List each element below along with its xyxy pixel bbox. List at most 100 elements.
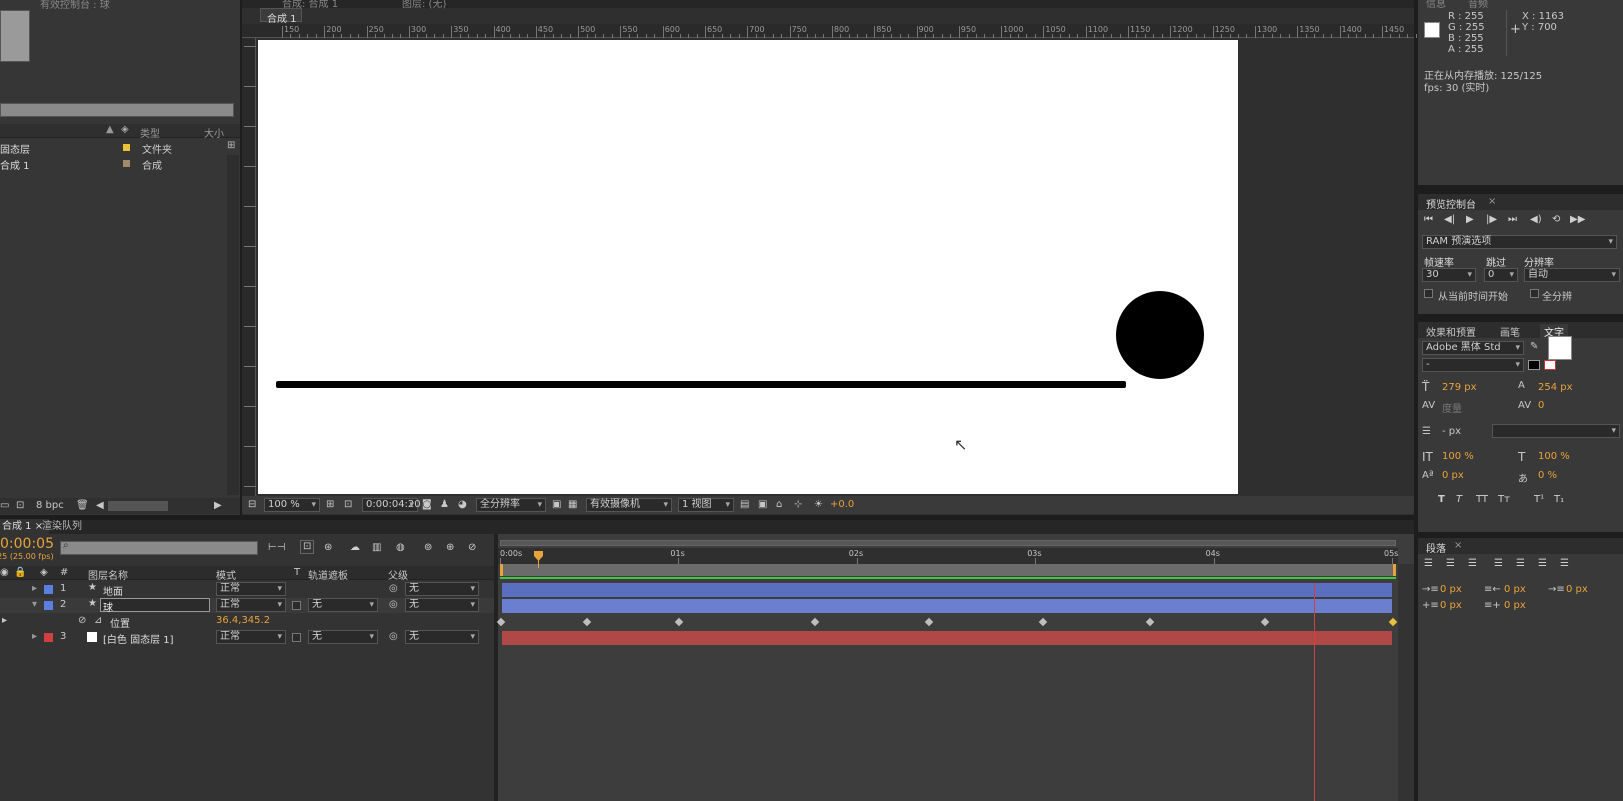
preview-title[interactable]: 预览控制台 <box>1426 196 1476 211</box>
layer-bar-1[interactable] <box>502 583 1392 597</box>
layer-row[interactable]: ▸ 3 [白色 固态层 1] 正常 无 ◎ 无 <box>0 630 494 646</box>
project-hscrollbar[interactable] <box>108 501 168 511</box>
resolution-dropdown[interactable]: 全分辨率 <box>476 498 546 512</box>
prev-frame-icon[interactable]: ◀| <box>1444 214 1455 226</box>
tab-brushes[interactable]: 画笔 <box>1500 324 1520 339</box>
leading-value[interactable]: 254 px <box>1538 382 1573 393</box>
position-keyframe[interactable] <box>496 617 506 627</box>
scroll-left-icon[interactable]: ◀ <box>96 500 104 511</box>
loop-icon[interactable]: ⟲ <box>1552 214 1560 226</box>
sort-arrow-icon[interactable]: ▲ <box>106 124 114 135</box>
layer-mode-dropdown[interactable]: 正常 <box>216 598 286 612</box>
layer-name[interactable]: 地面 <box>103 583 123 598</box>
layer-parent-dropdown[interactable]: 无 <box>405 598 479 612</box>
frame-blending-icon[interactable]: ▥ <box>372 542 381 554</box>
layer-mode-dropdown[interactable]: 正常 <box>216 582 286 596</box>
toggle-pixel-aspect-icon[interactable]: ▤ <box>740 499 749 510</box>
flowchart-icon[interactable]: ⊹ <box>794 499 802 510</box>
preserve-transparency-checkbox[interactable] <box>292 601 301 610</box>
parent-pickwhip-icon[interactable]: ◎ <box>389 631 398 642</box>
tsume-value[interactable]: 0 % <box>1538 470 1557 481</box>
tab-audio[interactable]: 音频 <box>1468 0 1488 10</box>
layer-trkmat-dropdown[interactable]: 无 <box>308 598 378 612</box>
col-type[interactable]: 类型 <box>140 125 160 140</box>
parent-pickwhip-icon[interactable]: ◎ <box>389 599 398 610</box>
project-search-input[interactable] <box>0 103 234 117</box>
current-timecode[interactable]: 0:00:05 <box>0 536 54 552</box>
position-keyframe[interactable] <box>582 617 591 627</box>
ball-circle[interactable] <box>1116 291 1204 379</box>
comp-mini-flowchart-icon[interactable]: ⊢⊣ <box>268 542 285 554</box>
position-keyframe[interactable] <box>1146 617 1155 627</box>
layer-parent-dropdown[interactable]: 无 <box>405 582 479 596</box>
preserve-transparency-checkbox[interactable] <box>292 633 301 642</box>
indent-left-value[interactable]: 0 px <box>1440 584 1462 595</box>
graph-scrollbar[interactable] <box>1398 564 1414 801</box>
layer-search-input[interactable] <box>60 541 258 555</box>
work-area-range[interactable] <box>500 564 1396 576</box>
position-keyframe[interactable] <box>1039 617 1048 627</box>
exposure-value[interactable]: +0.0 <box>830 499 854 510</box>
layer-name-edit[interactable]: 球 <box>100 598 210 614</box>
layer-row[interactable]: ▾ 2 ★ 球 正常 无 ◎ 无 <box>0 598 494 614</box>
ground-line[interactable] <box>276 381 1126 388</box>
project-item-row[interactable]: 固态层 文件夹 <box>0 140 226 156</box>
collapse-arrow-icon[interactable]: ▾ <box>32 599 37 610</box>
faux-bold-icon[interactable]: T <box>1438 494 1445 506</box>
layer-label-swatch[interactable] <box>44 585 53 594</box>
indent-right-value[interactable]: 0 px <box>1504 584 1526 595</box>
full-screen-checkbox[interactable] <box>1530 289 1539 298</box>
font-family-dropdown[interactable]: Adobe 黑体 Std <box>1422 341 1524 355</box>
parent-pickwhip-icon[interactable]: ◎ <box>389 583 398 594</box>
exposure-icon[interactable]: ☀ <box>814 499 823 510</box>
stroke-width-value[interactable]: - px <box>1442 426 1461 437</box>
frame-rate-dropdown[interactable]: 30 <box>1422 268 1476 282</box>
align-left-icon[interactable]: ☰ <box>1424 558 1433 570</box>
stopwatch-icon[interactable]: ⊘ <box>468 542 476 554</box>
expand-arrow-icon[interactable]: ▸ <box>32 631 37 642</box>
ram-preview-icon[interactable]: ▶▶ <box>1570 214 1585 226</box>
close-icon[interactable]: × <box>1454 540 1462 551</box>
from-current-checkbox[interactable] <box>1424 289 1433 298</box>
baseline-shift-value[interactable]: 0 px <box>1442 470 1464 481</box>
tab-render-queue[interactable]: 渲染队列 <box>36 519 88 535</box>
space-after-value[interactable]: 0 px <box>1504 600 1526 611</box>
tab-layer[interactable]: 图层: (无) <box>402 0 446 10</box>
project-scrollbar[interactable] <box>227 155 239 495</box>
eyedropper-icon[interactable]: ✎ <box>1530 341 1538 352</box>
font-style-dropdown[interactable]: - <box>1422 358 1524 372</box>
stopwatch-icon[interactable]: ⊘ <box>78 615 86 626</box>
eye-icon[interactable]: ◉ <box>0 567 9 578</box>
vertical-scale-value[interactable]: 100 % <box>1442 451 1474 462</box>
work-area-bar[interactable] <box>500 540 1396 546</box>
comp-canvas[interactable]: ↖ <box>258 40 1238 494</box>
region-of-interest-icon[interactable]: ▣ <box>552 499 561 510</box>
magnify-icon[interactable]: ⊟ <box>248 499 256 510</box>
layer-row[interactable]: ▸ 1 ★ 地面 正常 ◎ 无 <box>0 582 494 598</box>
justify-all-icon[interactable]: ☰ <box>1560 558 1569 570</box>
project-item-row[interactable]: 合成 1 合成 <box>0 156 226 172</box>
fast-previews-icon[interactable]: ▣ <box>758 499 767 510</box>
trash-icon[interactable]: 🗑 <box>76 500 89 511</box>
close-icon[interactable]: × <box>1488 196 1496 207</box>
expand-arrow-icon[interactable]: ▸ <box>32 583 37 594</box>
lock-icon[interactable]: 🔒 <box>14 567 26 578</box>
skip-dropdown[interactable]: 0 <box>1484 268 1518 282</box>
all-caps-icon[interactable]: TT <box>1476 494 1488 506</box>
brainstorm-icon[interactable]: ⊚ <box>424 542 432 554</box>
audio-icon[interactable]: ◀) <box>1530 214 1542 226</box>
layer-parent-dropdown[interactable]: 无 <box>405 630 479 644</box>
align-right-icon[interactable]: ☰ <box>1468 558 1477 570</box>
graph-editor-icon[interactable]: ⊕ <box>446 542 454 554</box>
space-before-value[interactable]: 0 px <box>1440 600 1462 611</box>
position-keyframe[interactable] <box>1388 617 1398 627</box>
justify-left-icon[interactable]: ☰ <box>1494 558 1503 570</box>
superscript-icon[interactable]: T¹ <box>1534 494 1544 506</box>
label-icon[interactable]: ◈ <box>40 567 48 578</box>
horizontal-scale-value[interactable]: 100 % <box>1538 451 1570 462</box>
align-center-icon[interactable]: ☰ <box>1446 558 1455 570</box>
small-caps-icon[interactable]: Tт <box>1498 494 1510 506</box>
mask-visibility-icon[interactable]: ⊡ <box>344 499 352 510</box>
position-keyframe[interactable] <box>675 617 684 627</box>
tracking-value[interactable]: 0 <box>1538 400 1544 411</box>
